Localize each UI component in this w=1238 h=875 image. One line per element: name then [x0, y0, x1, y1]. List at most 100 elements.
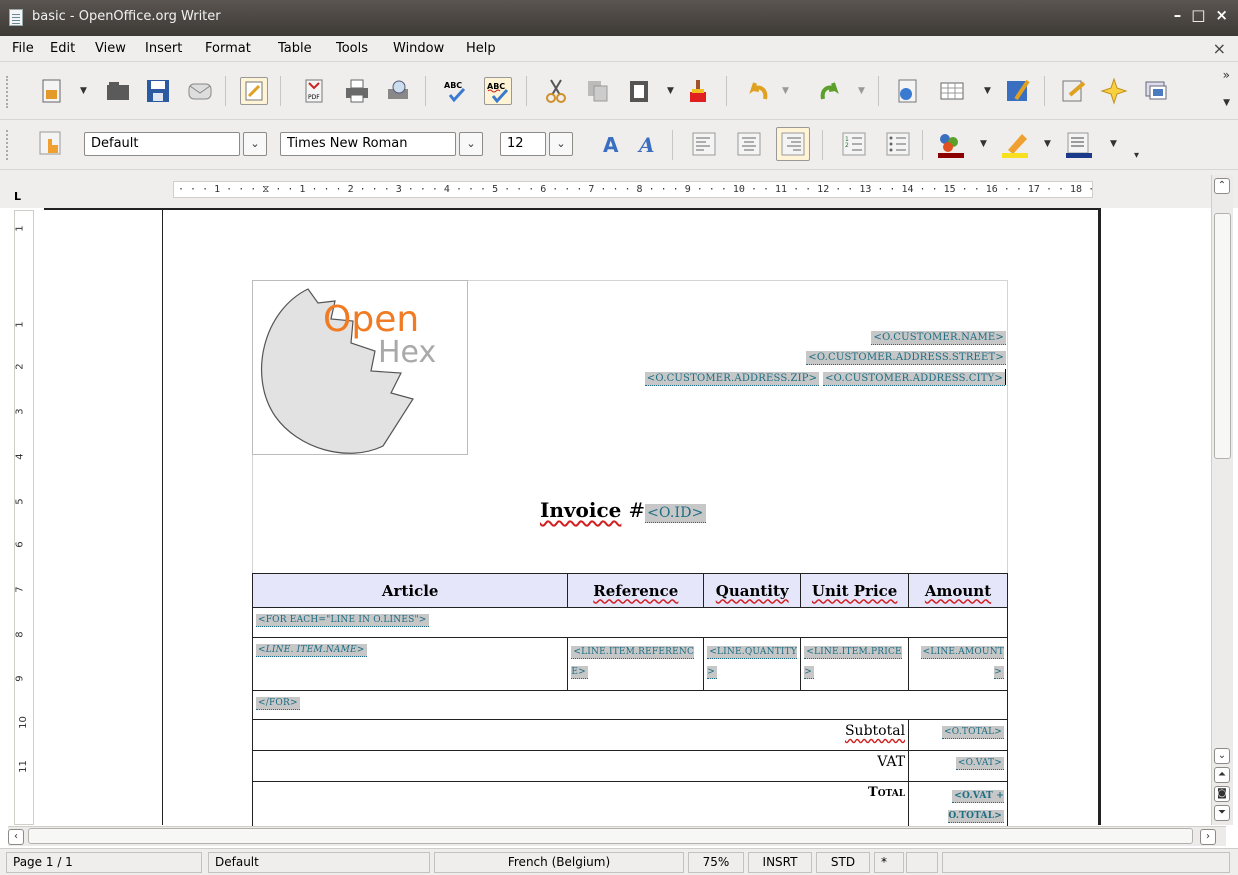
tab-type-button[interactable]: L: [14, 190, 28, 204]
digital-signature-indicator[interactable]: [906, 852, 938, 873]
align-center-button[interactable]: [735, 130, 763, 158]
vat-field[interactable]: <O.VAT>: [955, 757, 1004, 770]
align-left-button[interactable]: [690, 130, 718, 158]
horizontal-ruler[interactable]: · · · 1 · · · ⧖ · · 1 · · · 2 · · · 3 · …: [173, 181, 1093, 198]
redo-dropdown-icon[interactable]: ▼: [858, 86, 865, 96]
spellcheck-button[interactable]: ABC: [442, 77, 470, 105]
table-dropdown-icon[interactable]: ▼: [984, 86, 991, 96]
modified-indicator[interactable]: *: [874, 852, 904, 873]
page-style-indicator[interactable]: Default: [208, 852, 430, 873]
menu-help[interactable]: Help: [466, 41, 496, 56]
menu-format[interactable]: Format: [205, 41, 251, 56]
autospellcheck-button[interactable]: ABC: [484, 77, 512, 105]
save-button[interactable]: [144, 77, 172, 105]
copy-button[interactable]: [584, 77, 612, 105]
menu-view[interactable]: View: [95, 41, 126, 56]
for-each-field[interactable]: <FOR EACH="LINE IN O.LINES">: [256, 614, 429, 627]
page-indicator[interactable]: Page 1 / 1: [6, 852, 202, 873]
previous-page-button[interactable]: ⏶: [1214, 767, 1230, 783]
total-field[interactable]: <O.VAT + O.TOTAL>: [948, 790, 1004, 823]
insert-mode-indicator[interactable]: INSRT: [748, 852, 812, 873]
toolbar-overflow-icon[interactable]: »: [1223, 68, 1230, 82]
font-name-dropdown-icon[interactable]: ⌄: [459, 132, 483, 156]
line-amount-cell[interactable]: <LINE.AMOUNT>: [908, 637, 1008, 691]
next-page-button[interactable]: ⏷: [1214, 805, 1230, 821]
vat-value-cell[interactable]: <O.VAT>: [908, 750, 1008, 782]
email-document-button[interactable]: [186, 77, 214, 105]
redo-button[interactable]: [815, 77, 843, 105]
hyperlink-button[interactable]: [894, 77, 922, 105]
end-for-field[interactable]: </FOR>: [256, 697, 300, 710]
scroll-down-button[interactable]: ⌄: [1214, 748, 1230, 764]
menu-table[interactable]: Table: [278, 41, 312, 56]
total-label-cell[interactable]: Total: [251, 781, 910, 829]
paste-dropdown-icon[interactable]: ▼: [667, 86, 674, 96]
vat-label-cell[interactable]: VAT: [251, 750, 910, 782]
print-preview-button[interactable]: [384, 77, 412, 105]
toolbar-grip[interactable]: [6, 130, 10, 160]
subtotal-value-cell[interactable]: <O.TOTAL>: [908, 719, 1008, 751]
openhex-logo[interactable]: Open Hex: [252, 280, 468, 455]
undo-dropdown-icon[interactable]: ▼: [782, 86, 789, 96]
end-for-cell[interactable]: </FOR>: [252, 690, 1008, 720]
clone-formatting-button[interactable]: [684, 77, 712, 105]
font-name-combo[interactable]: Times New Roman: [280, 132, 456, 156]
customer-zip-field[interactable]: <O.CUSTOMER.ADDRESS.ZIP>: [644, 371, 820, 386]
menu-tools[interactable]: Tools: [336, 41, 368, 56]
new-dropdown-icon[interactable]: ▼: [80, 86, 87, 96]
toolbar-overflow-dropdown-icon[interactable]: ▼: [1223, 98, 1230, 108]
font-color-dropdown-icon[interactable]: ▼: [980, 139, 987, 149]
menu-file[interactable]: File: [12, 41, 34, 56]
total-value-cell[interactable]: <O.VAT + O.TOTAL>: [908, 781, 1008, 829]
line-quantity-field[interactable]: <LINE.QUANTITY>: [707, 646, 797, 679]
maximize-button[interactable]: □: [1191, 6, 1205, 24]
for-each-cell[interactable]: <FOR EACH="LINE IN O.LINES">: [252, 607, 1008, 638]
print-button[interactable]: [343, 77, 371, 105]
undo-button[interactable]: [745, 77, 773, 105]
line-quantity-cell[interactable]: <LINE.QUANTITY>: [703, 637, 802, 691]
font-size-dropdown-icon[interactable]: ⌄: [549, 132, 573, 156]
font-size-combo[interactable]: 12: [500, 132, 546, 156]
export-pdf-button[interactable]: PDF: [300, 77, 328, 105]
subtotal-field[interactable]: <O.TOTAL>: [942, 726, 1004, 739]
customer-name-field[interactable]: <O.CUSTOMER.NAME>: [871, 331, 1006, 345]
column-header-amount[interactable]: Amount: [908, 573, 1008, 608]
cut-button[interactable]: [542, 77, 570, 105]
scroll-left-button[interactable]: ‹: [8, 829, 24, 845]
insert-table-button[interactable]: [938, 77, 966, 105]
open-button[interactable]: [104, 77, 132, 105]
line-price-cell[interactable]: <LINE.ITEM.PRICE>: [800, 637, 910, 691]
align-right-button[interactable]: [776, 127, 810, 161]
gallery-button[interactable]: [1142, 77, 1170, 105]
navigator-button[interactable]: [1100, 77, 1128, 105]
vertical-ruler[interactable]: 1 1 2 3 4 5 6 7 8 9 10 11: [14, 210, 34, 825]
column-header-quantity[interactable]: Quantity: [703, 573, 802, 608]
column-header-unit-price[interactable]: Unit Price: [800, 573, 910, 608]
subtotal-label-cell[interactable]: Subtotal: [251, 719, 910, 751]
show-draw-functions-button[interactable]: [1004, 77, 1032, 105]
background-color-dropdown-icon[interactable]: ▼: [1110, 139, 1117, 149]
menu-edit[interactable]: Edit: [50, 41, 75, 56]
scroll-right-button[interactable]: ›: [1200, 829, 1216, 845]
format-toolbar-overflow-icon[interactable]: ▾: [1134, 150, 1139, 161]
line-item-name-field[interactable]: <LINE. ITEM.NAME>: [256, 644, 367, 657]
find-replace-button[interactable]: [1060, 77, 1088, 105]
minimize-button[interactable]: –: [1174, 6, 1182, 24]
menu-insert[interactable]: Insert: [145, 41, 182, 56]
styles-formatting-button[interactable]: [36, 129, 64, 157]
scroll-up-button[interactable]: ⌃: [1214, 178, 1230, 194]
vertical-scroll-thumb[interactable]: [1214, 213, 1231, 459]
bold-button[interactable]: A: [598, 130, 626, 158]
customer-street-field[interactable]: <O.CUSTOMER.ADDRESS.STREET>: [806, 351, 1006, 365]
line-item-price-field[interactable]: <LINE.ITEM.PRICE>: [804, 646, 902, 679]
close-window-button[interactable]: ×: [1215, 6, 1228, 24]
numbering-button[interactable]: 12: [840, 130, 868, 158]
edit-file-button[interactable]: [240, 77, 268, 105]
line-amount-field[interactable]: <LINE.AMOUNT>: [920, 646, 1004, 679]
horizontal-scroll-thumb[interactable]: [28, 828, 1193, 844]
paragraph-style-combo[interactable]: Default: [84, 132, 240, 156]
paragraph-style-dropdown-icon[interactable]: ⌄: [243, 132, 267, 156]
zoom-indicator[interactable]: 75%: [688, 852, 744, 873]
toolbar-grip[interactable]: [6, 76, 10, 108]
line-name-cell[interactable]: <LINE. ITEM.NAME>: [251, 637, 569, 691]
